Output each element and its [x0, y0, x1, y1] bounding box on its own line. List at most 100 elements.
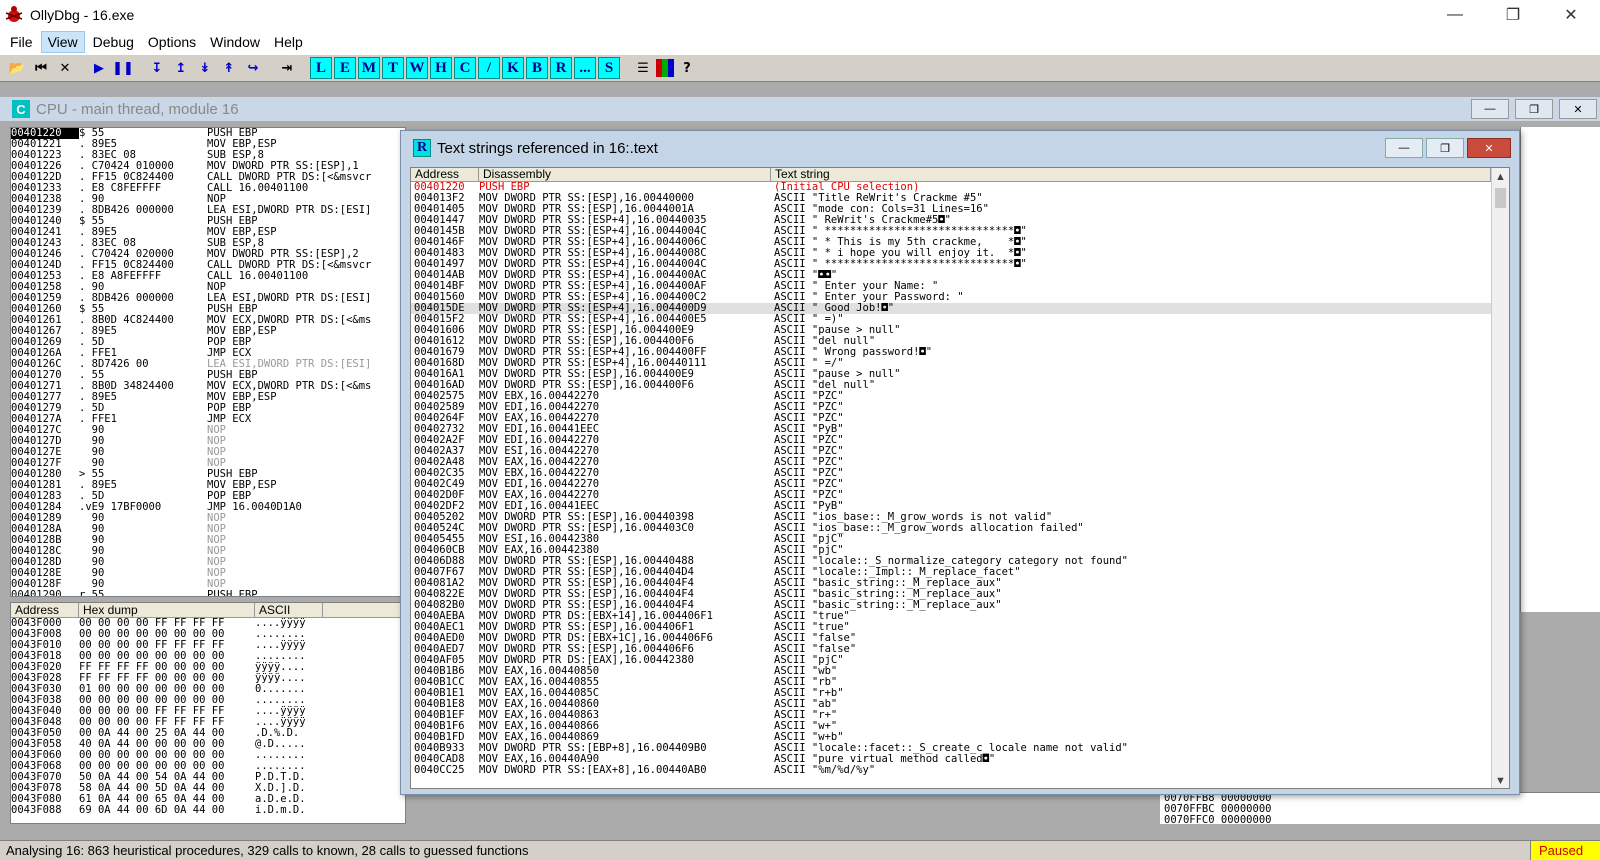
text-string-row[interactable]: 0040145B MOV DWORD PTR SS:[ESP+4],16.0044…	[411, 226, 1493, 237]
stack-row[interactable]: 0070FFC0 00000000	[1160, 815, 1600, 826]
disasm-row[interactable]: 0040128F 90 NOP	[11, 579, 405, 590]
animate-into-icon[interactable]: ↡	[194, 57, 216, 79]
disasm-row[interactable]: 0040128C 90 NOP	[11, 546, 405, 557]
disasm-row[interactable]: 00401270. 55 PUSH EBP	[11, 370, 405, 381]
disasm-row[interactable]: 00401240 $ 55 PUSH EBP	[11, 216, 405, 227]
text-string-row[interactable]: 004060CB MOV EAX,16.00442380 ASCII "pjC"	[411, 545, 1493, 556]
text-string-row[interactable]: 00402575 MOV EBX,16.00442270 ASCII "PZC"	[411, 391, 1493, 402]
text-string-row[interactable]: 00402589 MOV EDI,16.00442270 ASCII "PZC"	[411, 402, 1493, 413]
col-address[interactable]: Address	[411, 168, 479, 181]
run-icon[interactable]: ▶	[88, 57, 110, 79]
text-string-row[interactable]: 00402A48 MOV EAX,16.00442270 ASCII "PZC"	[411, 457, 1493, 468]
col-text-string[interactable]: Text string	[771, 168, 1491, 181]
disasm-row[interactable]: 00401221. 89E5 MOV EBP,ESP	[11, 139, 405, 150]
disasm-row[interactable]: 0040127D 90 NOP	[11, 436, 405, 447]
scroll-up-icon[interactable]: ▲	[1492, 168, 1509, 186]
memory-map-button[interactable]: M	[358, 57, 380, 79]
text-string-row[interactable]: 0040CC25 MOV DWORD PTR SS:[EAX+8],16.0044…	[411, 765, 1493, 776]
disasm-row[interactable]: 0040127E 90 NOP	[11, 447, 405, 458]
strings-restore-button[interactable]: ❐	[1426, 138, 1464, 158]
disasm-row[interactable]: 00401243. 83EC 08 SUB ESP,8	[11, 238, 405, 249]
disasm-row[interactable]: 00401253. E8 A8FEFFFF CALL 16.00401100	[11, 271, 405, 282]
scroll-thumb[interactable]	[1495, 188, 1506, 208]
text-strings-table[interactable]: Address Disassembly Text string 00401220…	[410, 167, 1510, 789]
windows-button[interactable]: W	[406, 57, 428, 79]
text-string-row[interactable]: 0040B1B6 MOV EAX,16.00440850 ASCII "wb"	[411, 666, 1493, 677]
text-string-row[interactable]: 0040822E MOV DWORD PTR SS:[ESP],16.004404…	[411, 589, 1493, 600]
text-string-row[interactable]: 0040B1E8 MOV EAX,16.00440860 ASCII "ab"	[411, 699, 1493, 710]
text-string-row[interactable]: 00401606 MOV DWORD PTR SS:[ESP],16.004400…	[411, 325, 1493, 336]
scroll-down-icon[interactable]: ▼	[1492, 772, 1509, 788]
text-string-row[interactable]: 0040AEC1 MOV DWORD PTR SS:[ESP],16.004406…	[411, 622, 1493, 633]
go-to-icon[interactable]: ⇥	[276, 57, 298, 79]
text-string-row[interactable]: 004015F2 MOV DWORD PTR SS:[ESP+4],16.0044…	[411, 314, 1493, 325]
text-string-row[interactable]: 00401483 MOV DWORD PTR SS:[ESP+4],16.0044…	[411, 248, 1493, 259]
executables-button[interactable]: E	[334, 57, 356, 79]
call-stack-button[interactable]: K	[502, 57, 524, 79]
pause-icon[interactable]: ❚❚	[112, 57, 134, 79]
threads-button[interactable]: T	[382, 57, 404, 79]
col-disassembly[interactable]: Disassembly	[479, 168, 771, 181]
disasm-row[interactable]: 00401246. C70424 020000 MOV DWORD PTR SS:…	[11, 249, 405, 260]
disasm-row[interactable]: 00401290 r 55 PUSH EBP	[11, 590, 405, 597]
text-string-row[interactable]: 00401497 MOV DWORD PTR SS:[ESP+4],16.0044…	[411, 259, 1493, 270]
restore-button[interactable]: ❐	[1484, 0, 1542, 30]
hex-col-ascii[interactable]: ASCII	[255, 603, 323, 617]
hex-dump-pane[interactable]: Address Hex dump ASCII 0043F000 00 00 00 …	[10, 602, 406, 824]
disasm-row[interactable]: 00401258. 90 NOP	[11, 282, 405, 293]
text-string-row[interactable]: 004016AD MOV DWORD PTR SS:[ESP],16.004400…	[411, 380, 1493, 391]
text-string-row[interactable]: 00405202 MOV DWORD PTR SS:[ESP],16.004403…	[411, 512, 1493, 523]
text-string-row[interactable]: 00402DF2 MOV EDI,16.00441EEC ASCII "PyB"	[411, 501, 1493, 512]
disasm-row[interactable]: 00401281. 89E5 MOV EBP,ESP	[11, 480, 405, 491]
disasm-row[interactable]: 0040127C 90 NOP	[11, 425, 405, 436]
hex-col-dump[interactable]: Hex dump	[79, 603, 255, 617]
restart-icon[interactable]: ⏮	[30, 57, 52, 79]
disasm-row[interactable]: 00401284 .vE9 17BF0000 JMP 16.0040D1A0	[11, 502, 405, 513]
text-string-row[interactable]: 00407F67 MOV DWORD PTR SS:[ESP],16.004404…	[411, 567, 1493, 578]
animate-over-icon[interactable]: ↟	[218, 57, 240, 79]
text-string-row[interactable]: 00405455 MOV ESI,16.00442380 ASCII "pjC"	[411, 534, 1493, 545]
text-string-row[interactable]: 0040CAD8 MOV EAX,16.00440A90 ASCII "pure v…	[411, 754, 1493, 765]
disasm-row[interactable]: 0040128E 90 NOP	[11, 568, 405, 579]
text-string-row[interactable]: 004082B0 MOV DWORD PTR SS:[ESP],16.004404…	[411, 600, 1493, 611]
source-button[interactable]: S	[598, 57, 620, 79]
cpu-restore-button[interactable]: ❐	[1515, 99, 1553, 119]
handles-button[interactable]: H	[430, 57, 452, 79]
help-button[interactable]: ?	[676, 57, 698, 79]
disasm-row[interactable]: 00401261. 8B0D 4C824400 MOV ECX,DWORD PTR…	[11, 315, 405, 326]
text-string-row[interactable]: 0040524C MOV DWORD PTR SS:[ESP],16.004403…	[411, 523, 1493, 534]
hex-col-address[interactable]: Address	[11, 603, 79, 617]
text-string-row[interactable]: 0040168D MOV DWORD PTR SS:[ESP+4],16.0044…	[411, 358, 1493, 369]
run-trace-button[interactable]: ...	[574, 57, 596, 79]
text-string-row[interactable]: 00401220 PUSH EBP (Initial CPU selection)	[411, 182, 1493, 193]
disasm-row[interactable]: 00401271. 8B0D 34824400 MOV ECX,DWORD PTR…	[11, 381, 405, 392]
list-icon[interactable]: ☰	[632, 57, 654, 79]
disasm-row[interactable]: 00401259. 8DB426 000000 LEA ESI,DWORD PTR…	[11, 293, 405, 304]
strings-scrollbar[interactable]: ▲ ▼	[1491, 168, 1509, 788]
text-string-row[interactable]: 0040AEBA MOV DWORD PTR DS:[EBX+14],16.004…	[411, 611, 1493, 622]
text-string-row[interactable]: 0040B933 MOV DWORD PTR SS:[EBP+8],16.0044…	[411, 743, 1493, 754]
references-button[interactable]: R	[550, 57, 572, 79]
disassembly-pane[interactable]: 00401220 $ 55 PUSH EBP 00401221. 89E5 MOV EB…	[10, 127, 406, 597]
menu-debug[interactable]: Debug	[87, 32, 140, 52]
text-string-row[interactable]: 0040B1E1 MOV EAX,16.0044085C ASCII "r+b"	[411, 688, 1493, 699]
disasm-row[interactable]: 0040128B 90 NOP	[11, 535, 405, 546]
text-string-row[interactable]: 00401405 MOV DWORD PTR SS:[ESP],16.004400…	[411, 204, 1493, 215]
disasm-row[interactable]: 0040126C. 8D7426 00 LEA ESI,DWORD PTR DS:…	[11, 359, 405, 370]
close-program-icon[interactable]: ✕	[54, 57, 76, 79]
strings-close-button[interactable]: ✕	[1467, 138, 1511, 158]
disasm-row[interactable]: 00401279. 5D POP EBP	[11, 403, 405, 414]
text-string-row[interactable]: 004013F2 MOV DWORD PTR SS:[ESP],16.004400…	[411, 193, 1493, 204]
disasm-row[interactable]: 0040127A. FFE1 JMP ECX	[11, 414, 405, 425]
execute-till-return-icon[interactable]: ↪	[242, 57, 264, 79]
disasm-row[interactable]: 0040127F 90 NOP	[11, 458, 405, 469]
patches-button[interactable]: /	[478, 57, 500, 79]
text-string-row[interactable]: 0040AF05 MOV DWORD PTR DS:[EAX],16.004423…	[411, 655, 1493, 666]
text-string-row[interactable]: 00402D0F MOV EAX,16.00442270 ASCII "PZC"	[411, 490, 1493, 501]
text-string-row[interactable]: 004015DE MOV DWORD PTR SS:[ESP+4],16.0044…	[411, 303, 1493, 314]
disasm-row[interactable]: 00401223. 83EC 08 SUB ESP,8	[11, 150, 405, 161]
disasm-row[interactable]: 0040124D. FF15 0C824400 CALL DWORD PTR DS…	[11, 260, 405, 271]
disasm-row[interactable]: 00401239. 8DB426 000000 LEA ESI,DWORD PTR…	[11, 205, 405, 216]
text-string-row[interactable]: 004081A2 MOV DWORD PTR SS:[ESP],16.004404…	[411, 578, 1493, 589]
disasm-row[interactable]: 00401289 90 NOP	[11, 513, 405, 524]
